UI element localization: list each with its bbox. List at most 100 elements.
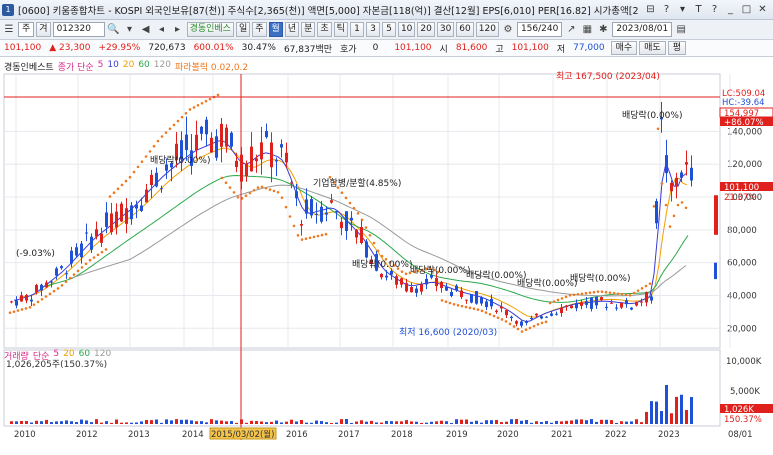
- parabolic-dot: [304, 237, 308, 240]
- avg-button[interactable]: 평: [667, 41, 686, 55]
- interval-5[interactable]: 5: [381, 22, 396, 37]
- volume-bar: [380, 422, 383, 424]
- candle-body: [665, 155, 668, 174]
- parabolic-dot: [548, 301, 552, 305]
- page-count[interactable]: 156/240: [516, 22, 563, 37]
- interval-30[interactable]: 30: [436, 22, 455, 37]
- candle-body: [470, 294, 473, 303]
- prev-icon[interactable]: ◂: [155, 22, 169, 37]
- volume-bar: [685, 409, 688, 424]
- parabolic-dot: [592, 290, 596, 294]
- candle-body: [425, 278, 428, 285]
- period-minute[interactable]: 분: [301, 22, 316, 37]
- x-tick-label: 2018: [391, 430, 413, 440]
- candle-body: [90, 236, 93, 250]
- dropdown-icon[interactable]: ▾: [123, 22, 137, 37]
- settings-icon[interactable]: ⚙: [501, 22, 515, 37]
- volume-bar: [85, 420, 88, 424]
- expand-icon[interactable]: ↗: [564, 22, 578, 37]
- market-select[interactable]: 주: [18, 22, 35, 37]
- company-name[interactable]: 경동인베스: [186, 22, 234, 37]
- x-tick-label: 2022: [605, 430, 627, 440]
- interval-20[interactable]: 20: [417, 22, 435, 37]
- volume-bar: [515, 419, 518, 424]
- mode-button[interactable]: 겨: [36, 22, 51, 37]
- stock-chart[interactable]: 20,00040,00060,00080,000100,000120,00014…: [0, 57, 773, 455]
- help-icon[interactable]: ?: [660, 3, 673, 16]
- dropdown-icon[interactable]: ▾: [676, 3, 689, 16]
- parabolic-dot: [216, 93, 220, 97]
- calendar-icon[interactable]: ▤: [674, 22, 688, 37]
- parabolic-dot: [204, 99, 208, 103]
- minimize-button[interactable]: _: [724, 3, 737, 16]
- candle-body: [515, 321, 518, 324]
- volume-bar: [115, 419, 118, 424]
- interval-1[interactable]: 1: [349, 22, 364, 37]
- volume-bar: [300, 419, 303, 424]
- price-legend: 경동인베스트 종가 단순 5 10 20 60 120 파라볼릭 0.02,0.…: [4, 60, 248, 73]
- interval-3[interactable]: 3: [365, 22, 380, 37]
- candle-body: [685, 162, 688, 165]
- sound-icon[interactable]: ◀: [139, 22, 153, 37]
- search-icon[interactable]: 🔍: [107, 22, 121, 37]
- parabolic-dot: [460, 304, 464, 308]
- text-icon[interactable]: T: [692, 3, 705, 16]
- candle-body: [420, 284, 423, 292]
- interval-10[interactable]: 10: [397, 22, 416, 37]
- stock-code-input[interactable]: 012320: [52, 22, 105, 37]
- volume-bar: [180, 419, 183, 424]
- candle-body: [465, 299, 468, 301]
- parabolic-dot: [76, 269, 80, 273]
- parabolic-dot: [584, 291, 588, 295]
- menu-icon[interactable]: ☰: [2, 22, 16, 37]
- parabolic-dot: [300, 238, 304, 241]
- parabolic-dot: [596, 290, 600, 293]
- close-button[interactable]: ✕: [756, 3, 769, 16]
- buy-button[interactable]: 매수: [610, 41, 638, 55]
- volume-bar: [600, 419, 603, 424]
- period-day[interactable]: 일: [235, 22, 251, 37]
- period-tick[interactable]: 틱: [333, 22, 348, 37]
- candle-body: [305, 199, 308, 214]
- vol-cur-label: 1,026K: [724, 405, 754, 415]
- x-tick-label: 2020: [497, 430, 519, 440]
- volume-bar: [325, 422, 328, 424]
- gear-icon[interactable]: ✱: [596, 22, 610, 37]
- candle-body: [590, 297, 593, 309]
- layout-icon[interactable]: ⊟: [644, 3, 657, 16]
- interval-120[interactable]: 120: [475, 22, 499, 37]
- vol-cur-pct: 150.37%: [724, 415, 762, 425]
- parabolic-dot: [676, 203, 680, 207]
- volume-bar: [435, 421, 438, 424]
- interval-60[interactable]: 60: [456, 22, 474, 37]
- volume-bar: [615, 422, 618, 424]
- candle-body: [355, 229, 358, 238]
- date-input[interactable]: 2023/08/01: [612, 22, 673, 37]
- volume-bar: [315, 420, 318, 424]
- next-icon[interactable]: ▸: [171, 22, 185, 37]
- period-week[interactable]: 주: [252, 22, 267, 37]
- parabolic-dot: [364, 226, 368, 229]
- candle-body: [155, 172, 158, 187]
- parabolic-dot: [208, 97, 212, 101]
- parabolic-dot: [280, 196, 284, 199]
- grid-icon[interactable]: ▦: [580, 22, 594, 37]
- volume-bar: [665, 384, 668, 424]
- period-second[interactable]: 초: [317, 22, 332, 37]
- question-icon[interactable]: ?: [708, 3, 721, 16]
- volume-bar: [485, 420, 488, 424]
- candle-body: [670, 182, 673, 192]
- parabolic-dot: [312, 235, 316, 239]
- parabolic-dot: [564, 295, 568, 299]
- maximize-button[interactable]: □: [740, 3, 753, 16]
- candle-body: [455, 285, 458, 291]
- candle-body: [445, 286, 448, 291]
- sell-button[interactable]: 매도: [639, 41, 666, 55]
- candle-body: [145, 189, 148, 203]
- period-month[interactable]: 월: [268, 22, 283, 37]
- volume-bar: [585, 420, 588, 424]
- volume-bar: [630, 421, 633, 424]
- parabolic-dot: [148, 150, 152, 153]
- period-year[interactable]: 년: [284, 22, 300, 37]
- parabolic-dot: [252, 188, 256, 192]
